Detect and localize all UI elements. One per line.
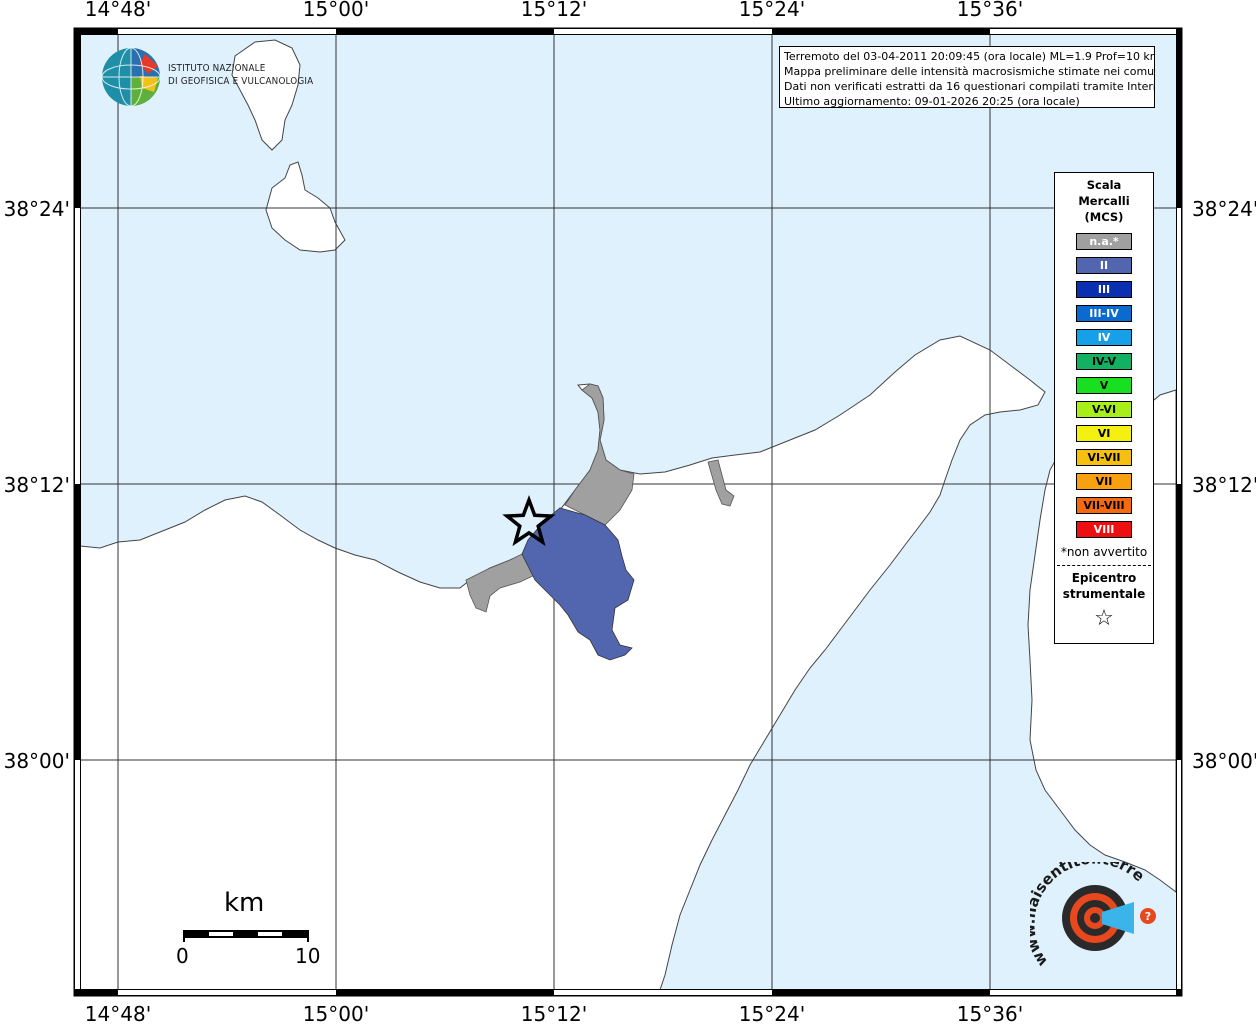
lon-label-top-5: 15°36' <box>957 0 1023 21</box>
lon-label-top-4: 15°24' <box>739 0 805 21</box>
lon-label-top-3: 15°12' <box>521 0 587 21</box>
legend-item-8: VI <box>1076 425 1132 442</box>
lat-label-right-2: 38°12' <box>1192 473 1256 497</box>
legend-item-0: n.a.* <box>1076 233 1132 250</box>
scale-bar-min: 0 <box>176 944 189 968</box>
svg-text:?: ? <box>1145 910 1151 923</box>
legend-item-5: IV-V <box>1076 353 1132 370</box>
target-megaphone-icon: ? www.haisentitoilterremoto.it <box>1020 848 1156 970</box>
legend-item-6: V <box>1076 377 1132 394</box>
lon-label-bottom-1: 14°48' <box>85 1002 151 1024</box>
mercalli-legend: Scala Mercalli (MCS) n.a.* II III III-IV IV I… <box>1054 172 1154 644</box>
scale-bar-unit: km <box>224 888 265 918</box>
legend-item-12: VIII <box>1076 521 1132 538</box>
legend-note: *non avvertito <box>1060 545 1148 559</box>
lat-label-left-2: 38°12' <box>4 473 70 497</box>
ingv-logo: ISTITUTO NAZIONALE DI GEOFISICA E VULCAN… <box>100 46 315 110</box>
lon-label-bottom-5: 15°36' <box>957 1002 1023 1024</box>
lat-label-right-1: 38°24' <box>1192 197 1256 221</box>
legend-title-line2: Mercalli <box>1078 194 1130 208</box>
legend-title-line1: Scala <box>1086 178 1122 192</box>
event-info-line3: Dati non verificati estratti da 16 quest… <box>784 80 1155 93</box>
legend-item-3: III-IV <box>1076 305 1132 322</box>
lon-label-top-2: 15°00' <box>303 0 369 21</box>
legend-epicenter-star-icon: ☆ <box>1094 606 1114 631</box>
legend-item-2: III <box>1076 281 1132 298</box>
ingv-name-line1: ISTITUTO NAZIONALE <box>168 63 266 74</box>
legend-item-4: IV <box>1076 329 1132 346</box>
lat-label-left-1: 38°24' <box>4 197 70 221</box>
legend-title-line3: (MCS) <box>1084 210 1124 224</box>
lon-label-top-1: 14°48' <box>85 0 151 21</box>
legend-items: n.a.* II III III-IV IV IV-V V V-VI VI VI-VII VII VI… <box>1055 233 1153 538</box>
event-info-line2: Mappa preliminare delle intensità macros… <box>784 65 1155 78</box>
lon-label-bottom-4: 15°24' <box>739 1002 805 1024</box>
legend-epicenter-line1: Epicentro <box>1071 571 1137 585</box>
legend-item-1: II <box>1076 257 1132 274</box>
legend-separator <box>1057 565 1151 566</box>
lon-label-bottom-3: 15°12' <box>521 1002 587 1024</box>
lat-label-right-3: 38°00' <box>1192 749 1256 773</box>
legend-epicenter-line2: strumentale <box>1062 587 1146 601</box>
event-info-line1: Terremoto del 03-04-2011 20:09:45 (ora l… <box>784 50 1155 63</box>
haisentito-logo: ? www.haisentitoilterremoto.it <box>1020 848 1170 980</box>
scale-bar-max: 10 <box>295 944 321 968</box>
globe-icon <box>101 47 161 107</box>
event-info-box: Terremoto del 03-04-2011 20:09:45 (ora l… <box>779 46 1155 108</box>
ingv-name-line2: DI GEOFISICA E VULCANOLOGIA <box>168 76 314 87</box>
legend-item-7: V-VI <box>1076 401 1132 418</box>
legend-item-11: VII-VIII <box>1076 497 1132 514</box>
legend-item-10: VII <box>1076 473 1132 490</box>
event-info-line4: Ultimo aggiornamento: 09-01-2026 20:25 (… <box>784 95 1080 108</box>
lat-label-left-3: 38°00' <box>4 749 70 773</box>
legend-item-9: VI-VII <box>1076 449 1132 466</box>
lon-label-bottom-2: 15°00' <box>303 1002 369 1024</box>
